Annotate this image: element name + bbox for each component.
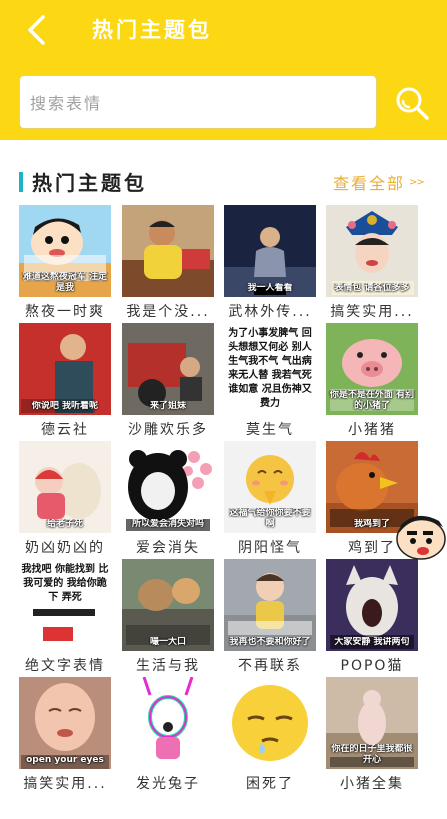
sticker-caption: 我一人看看: [247, 283, 293, 293]
sticker-pack[interactable]: 你说吧 我听着呢 德云社: [19, 323, 111, 440]
back-button[interactable]: [18, 12, 54, 48]
pack-thumbnail[interactable]: 给老子死: [19, 441, 111, 533]
sticker-pack[interactable]: 表情包 请各位多多 搞笑实用...: [326, 205, 418, 322]
floating-sticker-button[interactable]: [393, 509, 447, 563]
pack-label: 奶凶奶凶的: [25, 540, 105, 556]
pack-thumbnail[interactable]: 难道这熬夜冠军 注定是我: [19, 205, 111, 297]
sticker-pack[interactable]: 我找吧 你能找到 比我可爱的 我给你跪下 弄死 绝文字表情: [19, 559, 111, 676]
pack-thumbnail[interactable]: [224, 677, 316, 769]
pack-thumbnail[interactable]: 所以爱会消失对吗: [122, 441, 214, 533]
sticker-caption: 来了姐妹: [149, 401, 186, 411]
pack-thumbnail[interactable]: 我再也不要和你好了: [224, 559, 316, 651]
pack-label: 爱会消失: [136, 540, 200, 556]
section-accent-bar: [19, 172, 23, 192]
sticker-pack[interactable]: 我一人看看 武林外传...: [224, 205, 316, 322]
pack-thumbnail[interactable]: 你在的日子里我都很开心: [326, 677, 418, 769]
pack-thumbnail[interactable]: open your eyes: [19, 677, 111, 769]
view-all-label: 查看全部: [333, 174, 406, 193]
sticker-pack[interactable]: 发光兔子: [122, 677, 214, 794]
page-title: 热门主题包: [92, 18, 212, 42]
sticker-pack[interactable]: 难道这熬夜冠军 注定是我 熬夜一时爽: [19, 205, 111, 322]
sticker-pack[interactable]: 大家安静 我讲两句 POPO猫: [326, 559, 418, 676]
sticker-pack[interactable]: 你是不是在外面 有别的小猪了 小猪猪: [326, 323, 418, 440]
pack-label: 阴阳怪气: [238, 540, 302, 556]
pack-label: 武林外传...: [228, 304, 312, 320]
sticker-pack[interactable]: 你在的日子里我都很开心 小猪全集: [326, 677, 418, 794]
sticker-caption: 这福气给你你要不要啊: [229, 508, 311, 529]
pack-thumbnail[interactable]: [122, 205, 214, 297]
pack-thumbnail[interactable]: 嘬一大口: [122, 559, 214, 651]
section-title: 热门主题包: [32, 171, 147, 195]
pack-label: 德云社: [41, 422, 89, 438]
sticker-caption: 你说吧 我听着呢: [31, 401, 99, 411]
pack-thumbnail[interactable]: 你是不是在外面 有别的小猪了: [326, 323, 418, 415]
pack-label: 小猪猪: [348, 422, 396, 438]
sticker-caption: 为了小事发脾气 回头想想又何必 别人生气我不气 气出病来无人替 我若气死谁如意 …: [226, 327, 314, 411]
sticker-pack[interactable]: 我再也不要和你好了 不再联系: [224, 559, 316, 676]
pack-thumbnail[interactable]: 表情包 请各位多多: [326, 205, 418, 297]
pack-label: 小猪全集: [340, 776, 404, 792]
sticker-pack[interactable]: 来了姐妹 沙雕欢乐多: [122, 323, 214, 440]
sticker-caption: 所以爱会消失对吗: [131, 519, 204, 529]
sticker-pack[interactable]: 困死了: [224, 677, 316, 794]
pack-label: 困死了: [246, 776, 294, 792]
sticker-caption: 你在的日子里我都很开心: [331, 744, 413, 765]
pack-thumbnail[interactable]: 我找吧 你能找到 比我可爱的 我给你跪下 弄死: [19, 559, 111, 651]
sticker-caption: open your eyes: [26, 755, 104, 765]
pack-label: 莫生气: [246, 422, 294, 438]
pack-thumbnail[interactable]: 这福气给你你要不要啊: [224, 441, 316, 533]
pack-thumbnail[interactable]: 大家安静 我讲两句: [326, 559, 418, 651]
chevron-left-icon: [28, 15, 45, 45]
pack-label: 我是个没...: [126, 304, 210, 320]
top-app-bar: 热门主题包: [0, 0, 447, 140]
pack-thumbnail[interactable]: 为了小事发脾气 回头想想又何必 别人生气我不气 气出病来无人替 我若气死谁如意 …: [224, 323, 316, 415]
pack-label: POPO猫: [340, 658, 404, 674]
search-input[interactable]: [30, 90, 360, 116]
pack-label: 发光兔子: [136, 776, 200, 792]
pack-thumbnail[interactable]: 你说吧 我听着呢: [19, 323, 111, 415]
sticker-pack[interactable]: 这福气给你你要不要啊 阴阳怪气: [224, 441, 316, 558]
section-header: 热门主题包 查看全部 >>: [0, 160, 447, 196]
double-chevron-right-icon: >>: [409, 176, 425, 188]
sticker-pack[interactable]: 为了小事发脾气 回头想想又何必 别人生气我不气 气出病来无人替 我若气死谁如意 …: [224, 323, 316, 440]
pack-label: 搞笑实用...: [330, 304, 414, 320]
sticker-caption: 我找吧 你能找到 比我可爱的 我给你跪下 弄死: [21, 563, 109, 605]
view-all-link[interactable]: 查看全部 >>: [333, 170, 425, 194]
sticker-caption: 表情包 请各位多多: [334, 283, 410, 293]
sticker-pack[interactable]: 嘬一大口 生活与我: [122, 559, 214, 676]
pack-label: 绝文字表情: [25, 658, 105, 674]
pack-label: 不再联系: [238, 658, 302, 674]
sticker-pack[interactable]: 我是个没...: [122, 205, 214, 322]
sticker-pack[interactable]: open your eyes 搞笑实用...: [19, 677, 111, 794]
pack-label: 熬夜一时爽: [25, 304, 105, 320]
sticker-caption: 难道这熬夜冠军 注定是我: [22, 272, 108, 293]
sticker-caption: 你是不是在外面 有别的小猪了: [329, 390, 415, 411]
pack-thumbnail[interactable]: 我一人看看: [224, 205, 316, 297]
pack-thumbnail[interactable]: [122, 677, 214, 769]
pack-label: 沙雕欢乐多: [128, 422, 208, 438]
sticker-pack[interactable]: 所以爱会消失对吗 爱会消失: [122, 441, 214, 558]
search-icon: [396, 87, 429, 120]
pack-thumbnail[interactable]: 来了姐妹: [122, 323, 214, 415]
pack-label: 生活与我: [136, 658, 200, 674]
sticker-caption: 大家安静 我讲两句: [334, 637, 410, 647]
shinchan-sticker-icon: [396, 515, 446, 560]
sticker-caption: 给老子死: [46, 519, 83, 529]
sticker-caption: 嘬一大口: [149, 637, 186, 647]
sticker-pack[interactable]: 给老子死 奶凶奶凶的: [19, 441, 111, 558]
sticker-caption: 我再也不要和你好了: [229, 637, 311, 647]
pack-label: 搞笑实用...: [23, 776, 107, 792]
search-field[interactable]: [19, 75, 377, 129]
search-button[interactable]: [393, 84, 431, 122]
